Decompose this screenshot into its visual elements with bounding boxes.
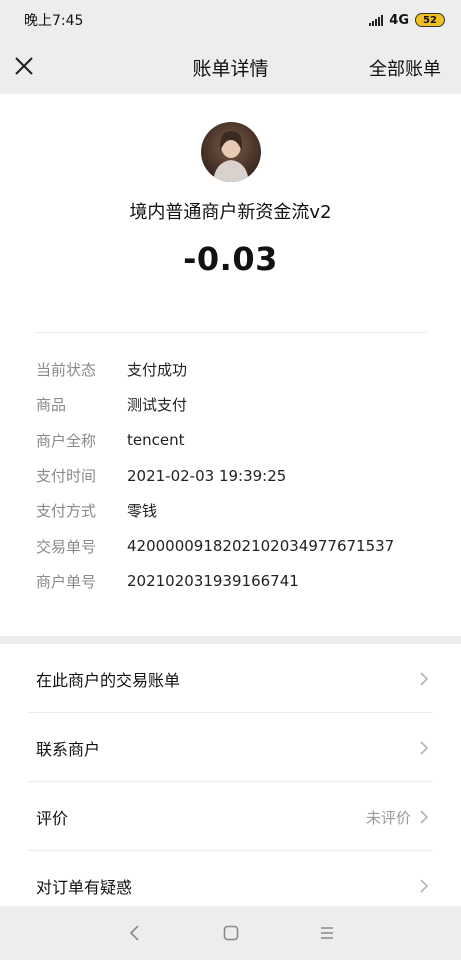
header: 账单详情 全部账单 bbox=[0, 40, 461, 94]
chevron-right-icon bbox=[420, 809, 429, 824]
detail-row-merchant-fullname: 商户全称 tencent bbox=[36, 423, 436, 458]
detail-row-product: 商品 测试支付 bbox=[36, 387, 436, 422]
order-question-item[interactable]: 对订单有疑惑 bbox=[0, 851, 461, 906]
detail-value: 202102031939166741 bbox=[127, 572, 299, 591]
chevron-right-icon bbox=[420, 740, 429, 755]
chevron-right-icon bbox=[420, 671, 429, 686]
chevron-right-icon bbox=[420, 878, 429, 893]
battery-icon: 52 bbox=[415, 13, 445, 27]
close-icon[interactable] bbox=[12, 54, 36, 78]
detail-value: 4200000918202102034977671537 bbox=[127, 537, 395, 556]
rate-item[interactable]: 评价 未评价 bbox=[0, 782, 461, 851]
list-item-label: 在此商户的交易账单 bbox=[36, 670, 181, 690]
detail-row-status: 当前状态 支付成功 bbox=[36, 352, 436, 387]
detail-value: 2021-02-03 19:39:25 bbox=[127, 466, 287, 485]
merchant-name: 境内普通商户新资金流v2 bbox=[129, 202, 332, 223]
list-item-label: 评价 bbox=[36, 808, 69, 828]
detail-label: 支付方式 bbox=[36, 502, 97, 521]
menu-icon[interactable] bbox=[315, 921, 339, 945]
detail-label: 支付时间 bbox=[36, 467, 97, 486]
merchant-bills-item[interactable]: 在此商户的交易账单 bbox=[0, 644, 461, 713]
detail-label: 商户全称 bbox=[36, 431, 97, 450]
transaction-amount: -0.03 bbox=[183, 240, 278, 278]
home-icon[interactable] bbox=[219, 921, 243, 945]
all-bills-button[interactable]: 全部账单 bbox=[369, 55, 441, 81]
detail-row-merchant-order-id: 商户单号 202102031939166741 bbox=[36, 564, 436, 599]
detail-label: 交易单号 bbox=[36, 537, 97, 556]
detail-value: 支付成功 bbox=[127, 361, 188, 380]
page-title: 账单详情 bbox=[192, 57, 269, 80]
back-icon[interactable] bbox=[123, 921, 147, 945]
detail-label: 商品 bbox=[36, 396, 67, 415]
detail-value: 零钱 bbox=[127, 502, 158, 521]
detail-row-transaction-id: 交易单号 4200000918202102034977671537 bbox=[36, 528, 436, 563]
status-time: 晚上7:45 bbox=[24, 13, 84, 29]
transaction-card: 境内普通商户新资金流v2 -0.03 当前状态 支付成功 商品 测试支付 商户全… bbox=[0, 94, 461, 636]
divider bbox=[35, 332, 427, 333]
detail-label: 商户单号 bbox=[36, 572, 97, 591]
signal-icon bbox=[369, 14, 384, 26]
action-list: 在此商户的交易账单 联系商户 评价 未评价 对订单有疑惑 bbox=[0, 644, 461, 906]
status-indicators: 4G 52 bbox=[369, 13, 445, 28]
detail-label: 当前状态 bbox=[36, 361, 97, 380]
system-nav-bar bbox=[0, 906, 461, 960]
network-label: 4G bbox=[389, 12, 409, 28]
detail-value: tencent bbox=[127, 431, 185, 450]
rate-status: 未评价 bbox=[365, 808, 411, 827]
detail-row-pay-method: 支付方式 零钱 bbox=[36, 493, 436, 528]
list-item-label: 联系商户 bbox=[36, 739, 101, 759]
status-bar: 晚上7:45 4G 52 bbox=[0, 0, 461, 40]
merchant-avatar bbox=[201, 122, 261, 182]
transaction-details: 当前状态 支付成功 商品 测试支付 商户全称 tencent 支付时间 2021… bbox=[36, 352, 436, 599]
detail-row-pay-time: 支付时间 2021-02-03 19:39:25 bbox=[36, 458, 436, 493]
detail-value: 测试支付 bbox=[127, 396, 188, 415]
list-item-label: 对订单有疑惑 bbox=[36, 877, 133, 897]
contact-merchant-item[interactable]: 联系商户 bbox=[0, 713, 461, 782]
